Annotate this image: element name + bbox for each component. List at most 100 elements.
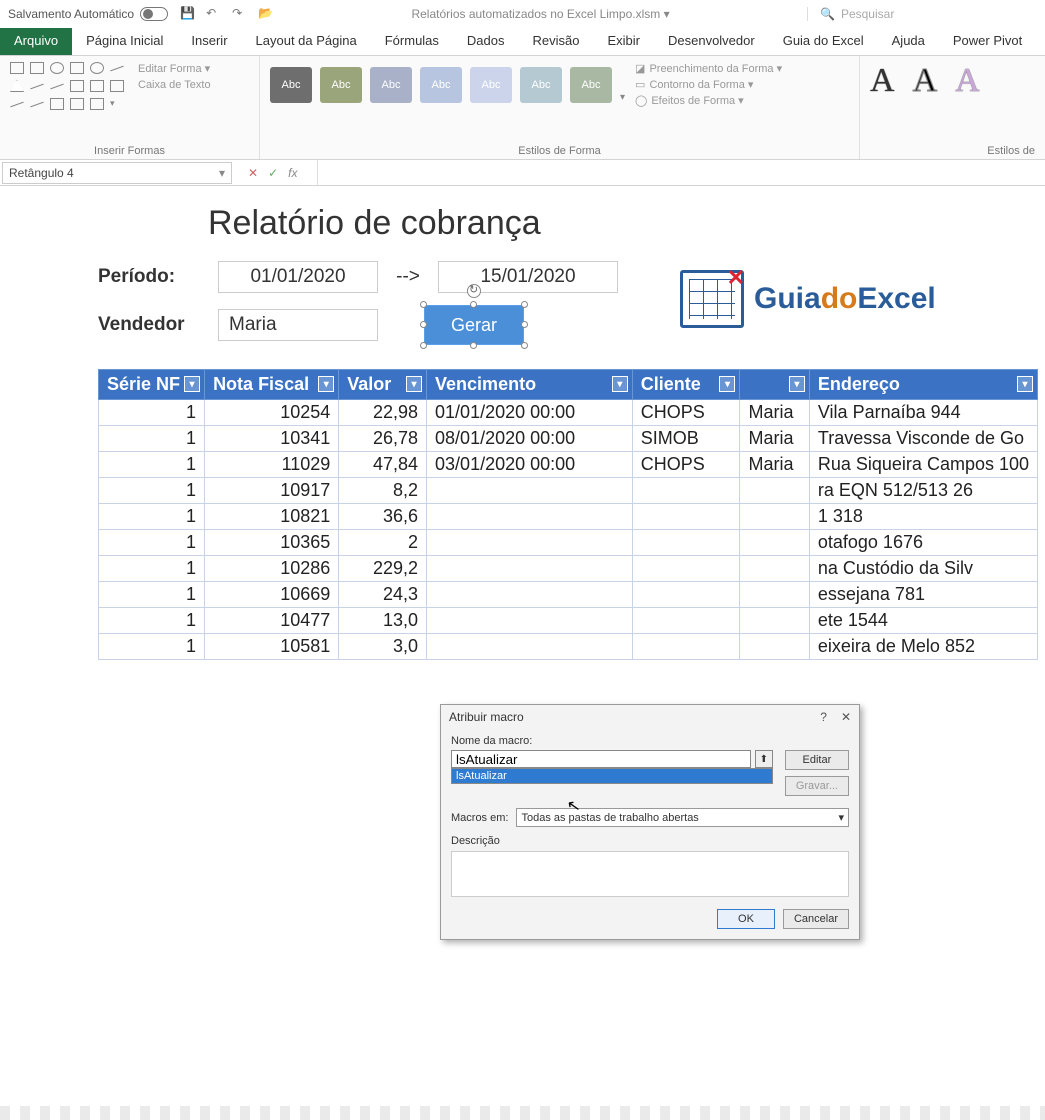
cell-serie[interactable]: 1 xyxy=(99,400,205,426)
chevron-down-icon[interactable]: ▾ xyxy=(219,166,225,180)
curve-shape-icon[interactable] xyxy=(10,102,23,108)
line-shape-icon[interactable] xyxy=(110,66,123,72)
rect-shape-icon[interactable] xyxy=(10,62,24,74)
folder-icon[interactable]: 📂 xyxy=(258,6,274,22)
cell-cliente[interactable] xyxy=(632,556,740,582)
cell-end[interactable]: na Custódio da Silv xyxy=(809,556,1037,582)
tab-layout[interactable]: Layout da Página xyxy=(242,28,371,55)
col-serie[interactable]: Série NF▾ xyxy=(99,370,205,400)
cell-venc[interactable] xyxy=(427,504,633,530)
cell-valor[interactable]: 47,84 xyxy=(339,452,427,478)
table-row[interactable]: 11034126,7808/01/2020 00:00SIMOBMariaTra… xyxy=(99,426,1038,452)
cell-end[interactable]: ra EQN 512/513 26 xyxy=(809,478,1037,504)
cell-valor[interactable]: 8,2 xyxy=(339,478,427,504)
cell-valor[interactable]: 3,0 xyxy=(339,634,427,660)
toggle-switch-icon[interactable] xyxy=(140,7,168,21)
cancel-formula-icon[interactable]: ✕ xyxy=(248,166,258,180)
cell-valor[interactable]: 13,0 xyxy=(339,608,427,634)
generate-button[interactable]: Gerar xyxy=(424,305,524,345)
cell-valor[interactable]: 229,2 xyxy=(339,556,427,582)
cell-vend[interactable]: Maria xyxy=(740,452,809,478)
resize-handle-icon[interactable] xyxy=(521,301,528,308)
filter-dropdown-icon[interactable]: ▾ xyxy=(719,376,735,392)
style-tile[interactable]: Abc xyxy=(470,67,512,103)
wordart-gallery[interactable]: A A A xyxy=(870,62,1035,100)
fx-icon[interactable]: fx xyxy=(288,166,297,180)
cell-nf[interactable]: 10341 xyxy=(205,426,339,452)
help-icon[interactable]: ? xyxy=(820,710,827,724)
cell-end[interactable]: Vila Parnaíba 944 xyxy=(809,400,1037,426)
search-box[interactable]: 🔍 Pesquisar xyxy=(807,7,1037,21)
vendor-cell[interactable]: Maria xyxy=(218,309,378,341)
star-shape-icon[interactable] xyxy=(90,98,104,110)
cell-cliente[interactable]: CHOPS xyxy=(632,452,740,478)
cell-nf[interactable]: 10821 xyxy=(205,504,339,530)
shapes-gallery[interactable]: ▾ xyxy=(10,62,128,114)
chevron-down-icon[interactable]: ▾ xyxy=(838,811,844,824)
tab-inserir[interactable]: Inserir xyxy=(177,28,241,55)
cell-vend[interactable] xyxy=(740,504,809,530)
cell-valor[interactable]: 2 xyxy=(339,530,427,556)
cell-venc[interactable] xyxy=(427,556,633,582)
ok-button[interactable]: OK xyxy=(717,909,775,929)
reference-picker-icon[interactable]: ⬆ xyxy=(755,750,773,768)
autosave-toggle[interactable]: Salvamento Automático xyxy=(8,7,168,21)
cell-serie[interactable]: 1 xyxy=(99,634,205,660)
shape-style-gallery[interactable]: Abc Abc Abc Abc Abc Abc Abc ▾ xyxy=(270,67,625,103)
filter-dropdown-icon[interactable]: ▾ xyxy=(612,376,628,392)
cell-cliente[interactable] xyxy=(632,530,740,556)
cell-nf[interactable]: 10581 xyxy=(205,634,339,660)
col-valor[interactable]: Valor▾ xyxy=(339,370,427,400)
redo-icon[interactable]: ↷ xyxy=(232,6,248,22)
cell-venc[interactable] xyxy=(427,608,633,634)
cell-cliente[interactable] xyxy=(632,504,740,530)
cell-vend[interactable] xyxy=(740,478,809,504)
col-cliente[interactable]: Cliente▾ xyxy=(632,370,740,400)
rect-shape-icon[interactable] xyxy=(70,62,84,74)
worksheet[interactable]: Relatório de cobrança Período: 01/01/202… xyxy=(0,186,1045,660)
cell-nf[interactable]: 10477 xyxy=(205,608,339,634)
cell-valor[interactable]: 24,3 xyxy=(339,582,427,608)
ellipse-shape-icon[interactable] xyxy=(50,62,64,74)
cell-venc[interactable] xyxy=(427,530,633,556)
wordart-style-icon[interactable]: A xyxy=(870,62,895,100)
line-shape-icon[interactable] xyxy=(50,84,63,90)
cell-cliente[interactable]: CHOPS xyxy=(632,400,740,426)
cell-venc[interactable] xyxy=(427,582,633,608)
table-row[interactable]: 1109178,2ra EQN 512/513 26 xyxy=(99,478,1038,504)
cell-end[interactable]: essejana 781 xyxy=(809,582,1037,608)
save-icon[interactable]: 💾 xyxy=(180,6,196,22)
rect-shape-icon[interactable] xyxy=(70,80,84,92)
cell-vend[interactable] xyxy=(740,634,809,660)
edit-shape-button[interactable]: Editar Forma ▾ xyxy=(138,62,211,75)
cell-end[interactable]: 1 318 xyxy=(809,504,1037,530)
rect-shape-icon[interactable] xyxy=(90,80,104,92)
cell-end[interactable]: Rua Siqueira Campos 100 xyxy=(809,452,1037,478)
shape-outline-button[interactable]: Contorno da Forma ▾ xyxy=(649,78,753,91)
filter-dropdown-icon[interactable]: ▾ xyxy=(318,376,334,392)
cell-end[interactable]: eixeira de Melo 852 xyxy=(809,634,1037,660)
cell-venc[interactable]: 01/01/2020 00:00 xyxy=(427,400,633,426)
tab-exibir[interactable]: Exibir xyxy=(593,28,654,55)
formula-input[interactable] xyxy=(317,160,1045,185)
filter-dropdown-icon[interactable]: ▾ xyxy=(184,376,200,392)
cell-serie[interactable]: 1 xyxy=(99,556,205,582)
cell-serie[interactable]: 1 xyxy=(99,530,205,556)
enter-formula-icon[interactable]: ✓ xyxy=(268,166,278,180)
cell-vend[interactable] xyxy=(740,556,809,582)
resize-handle-icon[interactable] xyxy=(420,301,427,308)
tab-pagina-inicial[interactable]: Página Inicial xyxy=(72,28,177,55)
table-row[interactable]: 1105813,0 eixeira de Melo 852 xyxy=(99,634,1038,660)
rotate-handle-icon[interactable] xyxy=(467,284,481,298)
cell-serie[interactable]: 1 xyxy=(99,452,205,478)
col-vendedor[interactable]: ▾ xyxy=(740,370,809,400)
cell-nf[interactable]: 10286 xyxy=(205,556,339,582)
resize-handle-icon[interactable] xyxy=(521,321,528,328)
style-tile[interactable]: Abc xyxy=(320,67,362,103)
triangle-shape-icon[interactable] xyxy=(10,80,24,92)
cell-cliente[interactable] xyxy=(632,608,740,634)
shape-fill-button[interactable]: Preenchimento da Forma ▾ xyxy=(649,62,782,75)
macros-in-combo[interactable]: Todas as pastas de trabalho abertas ▾ xyxy=(516,808,849,827)
filter-dropdown-icon[interactable]: ▾ xyxy=(406,376,422,392)
name-box[interactable]: Retângulo 4 ▾ xyxy=(2,162,232,184)
